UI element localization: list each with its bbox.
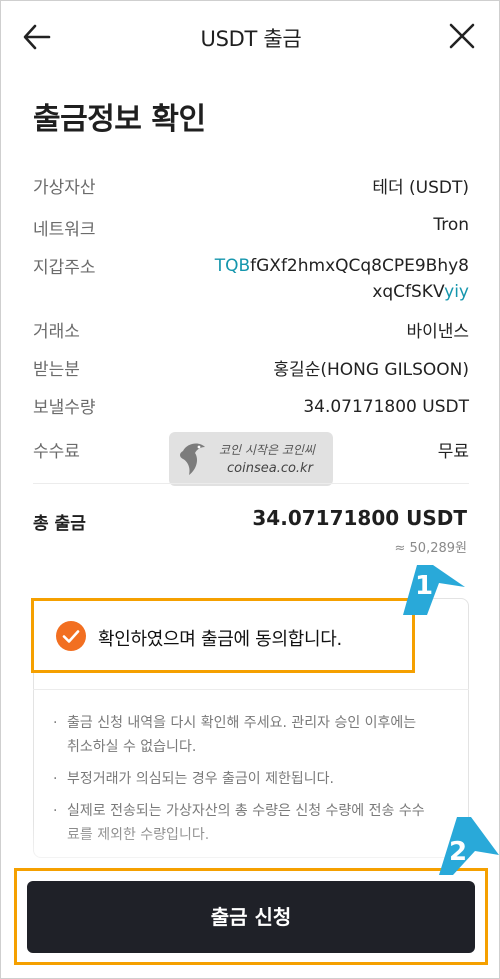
wallet-address: TQBfGXf2hmxQCq8CPE9Bhy8 xqCfSKVyiy xyxy=(215,253,469,305)
card-divider xyxy=(33,689,469,690)
watermark-url: coinsea.co.kr xyxy=(227,461,313,476)
exchange-value: 바이낸스 xyxy=(406,322,469,342)
address-suffix: yiy xyxy=(444,282,469,302)
submit-withdraw-button[interactable]: 출금 신청 xyxy=(27,881,475,953)
asset-label: 가상자산 xyxy=(33,178,96,198)
address-label: 지갑주소 xyxy=(33,258,96,278)
send-amount-label: 보낼수량 xyxy=(33,398,96,418)
callout-number-1: 1 xyxy=(415,571,434,601)
address-prefix: TQB xyxy=(214,256,251,276)
check-icon[interactable] xyxy=(56,621,86,651)
exchange-label: 거래소 xyxy=(33,322,80,342)
network-value: Tron xyxy=(433,215,469,235)
network-label: 네트워크 xyxy=(33,220,96,240)
header: USDT 출금 xyxy=(1,1,499,71)
divider xyxy=(33,483,469,484)
header-title: USDT 출금 xyxy=(200,27,302,51)
close-icon[interactable] xyxy=(445,19,479,53)
asset-value: 테더 (USDT) xyxy=(372,178,469,198)
agree-label: 확인하였으며 출금에 동의합니다. xyxy=(98,629,342,650)
callout-number-2: 2 xyxy=(449,837,468,867)
watermark: 코인 시작은 코인씨 coinsea.co.kr xyxy=(169,432,333,486)
dolphin-logo-icon xyxy=(175,437,213,481)
fee-value: 무료 xyxy=(437,442,469,462)
notice-item: 출금 신청 내역을 다시 확인해 주세요. 관리자 승인 이후에는 취소하실 수… xyxy=(53,711,433,759)
total-value: 34.07171800 USDT xyxy=(252,506,467,530)
total-krw-estimate: ≈ 50,289원 xyxy=(394,541,467,556)
address-middle-1: fGXf2hmxQCq8CPE9Bhy8 xyxy=(250,256,469,276)
recipient-label: 받는분 xyxy=(33,360,80,380)
notice-item: 부정거래가 의심되는 경우 출금이 제한됩니다. xyxy=(53,767,433,791)
page-title: 출금정보 확인 xyxy=(33,102,206,137)
withdraw-confirm-screen: USDT 출금 출금정보 확인 가상자산 테더 (USDT) 네트워크 Tron… xyxy=(0,0,500,979)
callout-arrow-1: 1 xyxy=(399,559,467,619)
watermark-slogan: 코인 시작은 코인씨 xyxy=(219,443,315,457)
agree-checkbox-row[interactable]: 확인하였으며 출금에 동의합니다. xyxy=(31,598,415,673)
row-address: 지갑주소 TQBfGXf2hmxQCq8CPE9Bhy8 xqCfSKVyiy xyxy=(33,253,469,313)
recipient-value: 홍길순(HONG GILSOON) xyxy=(273,360,469,380)
address-middle-2: xqCfSKV xyxy=(372,282,445,302)
send-amount-value: 34.07171800 USDT xyxy=(303,397,469,417)
fee-label: 수수료 xyxy=(33,442,80,462)
callout-arrow-2: 2 xyxy=(433,813,499,877)
total-label: 총 출금 xyxy=(33,514,86,534)
